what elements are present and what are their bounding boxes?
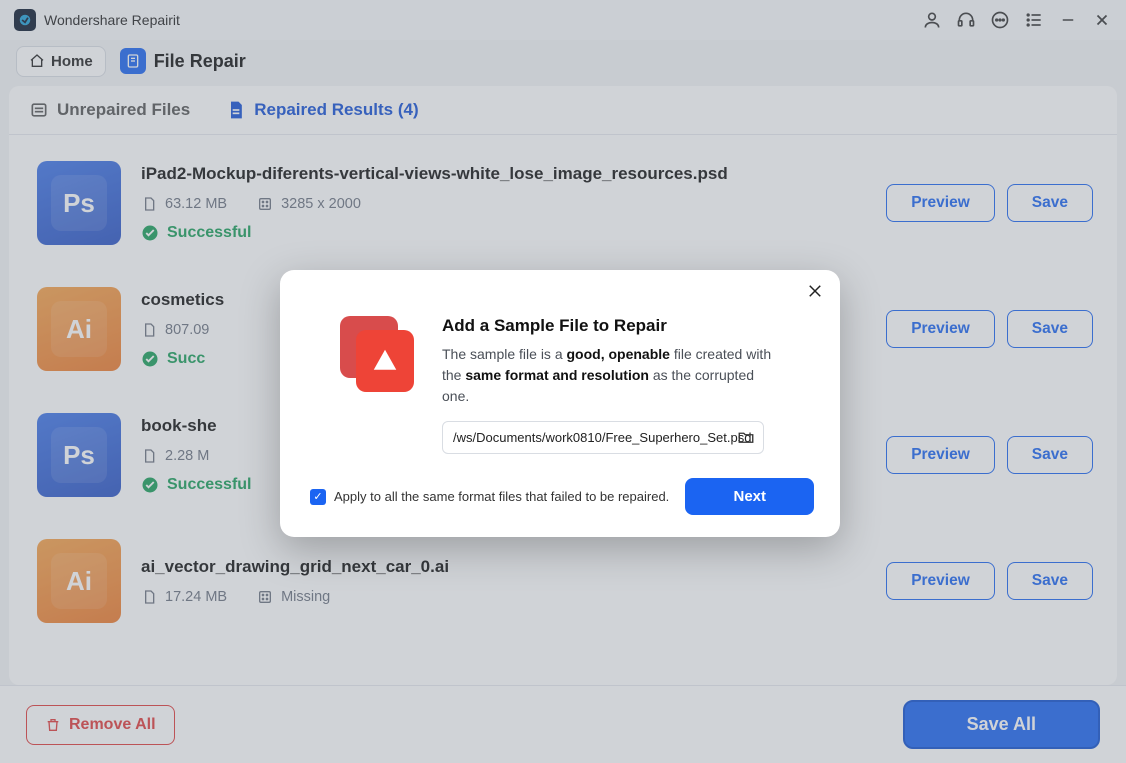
apply-all-label: Apply to all the same format files that … (334, 489, 669, 504)
close-icon[interactable] (806, 282, 824, 300)
apply-all-checkbox[interactable]: ✓ Apply to all the same format files tha… (310, 489, 669, 505)
sample-path-input[interactable]: /ws/Documents/work0810/Free_Superhero_Se… (442, 421, 764, 454)
modal-title: Add a Sample File to Repair (442, 316, 782, 336)
folder-icon[interactable] (737, 428, 755, 446)
sample-path-value: /ws/Documents/work0810/Free_Superhero_Se… (453, 430, 751, 445)
check-icon: ✓ (310, 489, 326, 505)
add-sample-modal: Add a Sample File to Repair The sample f… (280, 270, 840, 537)
modal-description: The sample file is a good, openable file… (442, 344, 782, 407)
next-button[interactable]: Next (685, 478, 814, 515)
sample-file-icon (340, 316, 420, 396)
